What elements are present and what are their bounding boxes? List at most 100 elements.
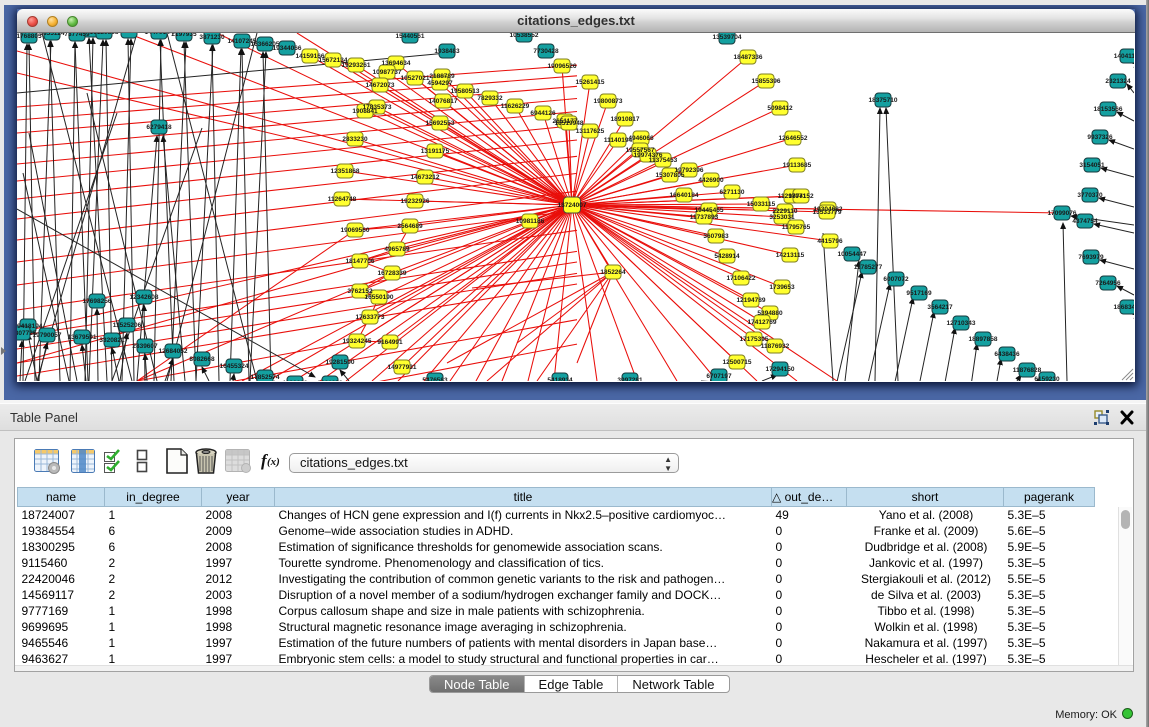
svg-text:15960453: 15960453 bbox=[115, 33, 144, 35]
svg-text:12342608: 12342608 bbox=[130, 294, 159, 301]
svg-text:3564217: 3564217 bbox=[927, 304, 953, 311]
svg-text:18375710: 18375710 bbox=[869, 97, 898, 104]
svg-text:2839607: 2839607 bbox=[132, 343, 158, 350]
svg-text:13694634: 13694634 bbox=[382, 60, 411, 67]
svg-text:(x): (x) bbox=[267, 456, 280, 468]
svg-text:17106422: 17106422 bbox=[727, 275, 756, 282]
svg-text:5428914: 5428914 bbox=[714, 253, 740, 260]
svg-text:11264748: 11264748 bbox=[328, 196, 357, 203]
svg-text:18519948: 18519948 bbox=[555, 120, 584, 127]
svg-text:4965789: 4965789 bbox=[384, 246, 410, 253]
svg-text:12194789: 12194789 bbox=[737, 297, 766, 304]
svg-text:19324245: 19324245 bbox=[343, 338, 372, 345]
svg-text:14479144: 14479144 bbox=[145, 33, 174, 36]
svg-text:16550190: 16550190 bbox=[365, 294, 394, 301]
svg-text:6007072: 6007072 bbox=[883, 276, 909, 283]
svg-text:2188789: 2188789 bbox=[429, 73, 455, 80]
svg-text:11785277: 11785277 bbox=[854, 264, 883, 271]
svg-text:14076817: 14076817 bbox=[429, 98, 458, 105]
svg-text:14041154: 14041154 bbox=[1114, 53, 1134, 60]
svg-text:15692553: 15692553 bbox=[426, 120, 455, 127]
svg-text:10987737: 10987737 bbox=[373, 69, 402, 76]
svg-text:7730428: 7730428 bbox=[533, 48, 559, 55]
svg-text:19445465: 19445465 bbox=[695, 207, 724, 214]
svg-text:3320821: 3320821 bbox=[99, 337, 125, 344]
svg-text:3253031: 3253031 bbox=[769, 214, 795, 221]
svg-text:11795765: 11795765 bbox=[782, 224, 811, 231]
svg-text:17412769: 17412769 bbox=[748, 319, 777, 326]
svg-text:3997281: 3997281 bbox=[617, 377, 643, 381]
svg-text:3770370: 3770370 bbox=[1077, 192, 1103, 199]
svg-text:7264956: 7264956 bbox=[1095, 280, 1121, 287]
svg-text:4374754: 4374754 bbox=[1072, 218, 1098, 225]
svg-text:1908841: 1908841 bbox=[352, 108, 378, 115]
svg-text:2197935: 2197935 bbox=[171, 33, 197, 38]
svg-text:11737893: 11737893 bbox=[690, 214, 719, 221]
svg-text:6279418: 6279418 bbox=[146, 124, 172, 131]
svg-text:19800873: 19800873 bbox=[594, 98, 623, 105]
svg-text:5476583: 5476583 bbox=[422, 377, 448, 381]
svg-text:17852574: 17852574 bbox=[251, 374, 280, 381]
svg-text:7693979: 7693979 bbox=[1078, 254, 1104, 261]
svg-text:15307805: 15307805 bbox=[656, 172, 685, 179]
svg-text:19790057: 19790057 bbox=[33, 332, 62, 339]
svg-text:19344066: 19344066 bbox=[273, 45, 302, 52]
svg-text:10538552: 10538552 bbox=[510, 33, 539, 39]
svg-text:16640184: 16640184 bbox=[670, 192, 699, 199]
svg-text:14672073: 14672073 bbox=[366, 82, 395, 89]
svg-text:17175395: 17175395 bbox=[740, 336, 769, 343]
svg-text:5394880: 5394880 bbox=[757, 310, 783, 317]
svg-text:4415796: 4415796 bbox=[817, 238, 843, 245]
svg-text:7377459: 7377459 bbox=[64, 33, 90, 38]
svg-text:13191175: 13191175 bbox=[421, 148, 450, 155]
svg-text:1739653: 1739653 bbox=[769, 284, 795, 291]
svg-text:12684052: 12684052 bbox=[159, 348, 188, 355]
svg-text:15033115: 15033115 bbox=[747, 201, 776, 208]
svg-text:14213115: 14213115 bbox=[776, 252, 805, 259]
svg-text:2833230: 2833230 bbox=[342, 136, 368, 143]
svg-text:3871230: 3871230 bbox=[199, 34, 225, 41]
svg-text:12710343: 12710343 bbox=[947, 320, 976, 327]
svg-text:19418194: 19418194 bbox=[17, 323, 43, 330]
svg-text:19293261: 19293261 bbox=[342, 62, 371, 69]
svg-text:9164991: 9164991 bbox=[377, 339, 403, 346]
svg-text:19232926: 19232926 bbox=[401, 198, 430, 205]
svg-text:6438436: 6438436 bbox=[994, 351, 1020, 358]
svg-text:5098412: 5098412 bbox=[767, 105, 793, 112]
svg-text:12351868: 12351868 bbox=[331, 168, 360, 175]
svg-text:13679591: 13679591 bbox=[68, 334, 97, 341]
svg-text:12500715: 12500715 bbox=[723, 359, 752, 366]
svg-text:1768805: 1768805 bbox=[17, 33, 42, 40]
svg-text:1938483: 1938483 bbox=[434, 48, 460, 55]
svg-text:9517169: 9517169 bbox=[906, 290, 932, 297]
svg-text:14977931: 14977931 bbox=[388, 364, 417, 371]
svg-text:11876828: 11876828 bbox=[1013, 367, 1042, 374]
svg-text:17099076: 17099076 bbox=[1048, 210, 1077, 217]
svg-text:19069560: 19069560 bbox=[341, 227, 370, 234]
svg-text:2921859: 2921859 bbox=[317, 380, 343, 381]
svg-text:17698256: 17698256 bbox=[83, 298, 112, 305]
svg-text:19096526: 19096526 bbox=[548, 63, 577, 70]
svg-text:13117625: 13117625 bbox=[576, 128, 605, 135]
svg-text:3607983: 3607983 bbox=[703, 233, 729, 240]
svg-text:1192619: 1192619 bbox=[283, 380, 308, 381]
svg-text:12646552: 12646552 bbox=[779, 135, 808, 142]
svg-text:18724007: 18724007 bbox=[558, 202, 587, 209]
svg-text:2564689: 2564689 bbox=[397, 223, 423, 230]
svg-text:11876932: 11876932 bbox=[761, 343, 790, 350]
svg-text:18683481: 18683481 bbox=[1114, 304, 1134, 311]
svg-text:18147706: 18147706 bbox=[346, 258, 375, 265]
svg-text:19113685: 19113685 bbox=[783, 162, 812, 169]
svg-text:13539704: 13539704 bbox=[713, 34, 742, 41]
svg-text:18897858: 18897858 bbox=[969, 336, 998, 343]
svg-text:6271130: 6271130 bbox=[720, 189, 745, 196]
svg-text:15855396: 15855396 bbox=[752, 78, 781, 85]
svg-text:10527021: 10527021 bbox=[401, 75, 430, 82]
svg-text:5855124: 5855124 bbox=[39, 33, 65, 37]
svg-text:8082668: 8082668 bbox=[189, 356, 215, 363]
svg-text:6159230: 6159230 bbox=[1034, 376, 1060, 381]
svg-text:1852264: 1852264 bbox=[600, 269, 626, 276]
svg-text:19580513: 19580513 bbox=[451, 88, 480, 95]
svg-text:3154051: 3154051 bbox=[1079, 162, 1105, 169]
svg-text:11525206: 11525206 bbox=[113, 322, 142, 329]
